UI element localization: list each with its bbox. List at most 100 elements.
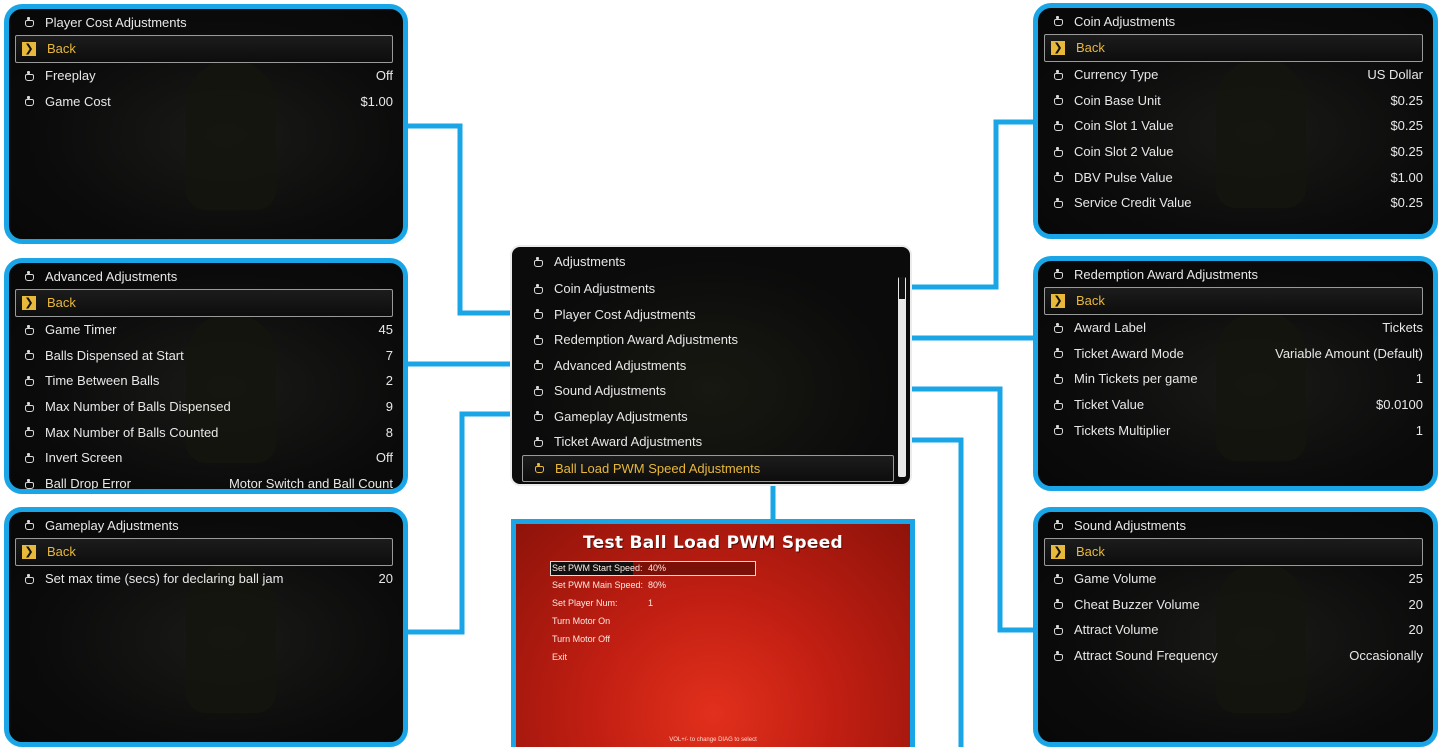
- menu-item-redemption-award-adjustments[interactable]: Redemption Award Adjustments: [512, 327, 910, 353]
- back-label: Back: [47, 544, 76, 560]
- back-menu-item[interactable]: ❯ Back: [15, 538, 393, 566]
- trophy-gear-icon: [1052, 322, 1063, 333]
- test-row-label: Turn Motor On: [552, 616, 611, 626]
- setting-row-max-balls-counted[interactable]: Max Number of Balls Counted 8: [9, 419, 403, 445]
- setting-row-invert-screen[interactable]: Invert Screen Off: [9, 445, 403, 471]
- trophy-gear-icon: [1052, 69, 1063, 80]
- setting-row-game-timer[interactable]: Game Timer 45: [9, 317, 403, 343]
- panel-title: Advanced Adjustments: [45, 268, 178, 284]
- trophy-gear-icon: [1052, 573, 1063, 584]
- test-screen-title: Test Ball Load PWM Speed: [583, 533, 843, 553]
- trophy-gear-icon: [1052, 373, 1063, 384]
- setting-row-time-between-balls[interactable]: Time Between Balls 2: [9, 368, 403, 394]
- setting-label: Invert Screen: [45, 450, 123, 466]
- menu-item-label: Ticket Award Adjustments: [554, 434, 703, 450]
- adjustments-main-menu: Adjustments Coin Adjustments Player Cost…: [510, 245, 912, 486]
- trophy-gear-icon: [532, 360, 543, 371]
- setting-row-game-volume[interactable]: Game Volume 25: [1038, 566, 1433, 592]
- setting-value: $0.25: [1390, 144, 1423, 160]
- setting-row-balls-dispensed-at-start[interactable]: Balls Dispensed at Start 7: [9, 342, 403, 368]
- test-row-value: 80%: [648, 580, 667, 590]
- menu-item-label: Player Cost Adjustments: [554, 306, 696, 322]
- setting-value: Occasionally: [1349, 648, 1423, 664]
- setting-row-coin-slot-2-value[interactable]: Coin Slot 2 Value $0.25: [1038, 139, 1433, 165]
- back-menu-item[interactable]: ❯ Back: [15, 289, 393, 317]
- test-row-label: Set PWM Main Speed:: [552, 580, 644, 590]
- test-row-main-speed[interactable]: Set PWM Main Speed: 80%: [552, 580, 666, 590]
- setting-row-max-balls-dispensed[interactable]: Max Number of Balls Dispensed 9: [9, 394, 403, 420]
- setting-row-dbv-pulse-value[interactable]: DBV Pulse Value $1.00: [1038, 164, 1433, 190]
- menu-scrollbar[interactable]: [898, 277, 906, 477]
- setting-row-tickets-multiplier[interactable]: Tickets Multiplier 1: [1038, 417, 1433, 443]
- trophy-gear-icon: [23, 375, 34, 386]
- setting-row-ticket-award-mode[interactable]: Ticket Award Mode Variable Amount (Defau…: [1038, 340, 1433, 366]
- test-row-start-speed[interactable]: Set PWM Start Speed: 40%: [552, 563, 666, 573]
- gameplay-adjustments-panel: Gameplay Adjustments ❯ Back Set max time…: [4, 507, 408, 747]
- trophy-gear-icon: [23, 573, 34, 584]
- setting-row-attract-volume[interactable]: Attract Volume 20: [1038, 617, 1433, 643]
- setting-row-cheat-buzzer-volume[interactable]: Cheat Buzzer Volume 20: [1038, 591, 1433, 617]
- menu-item-ball-load-pwm-speed-adjustments[interactable]: Ball Load PWM Speed Adjustments: [522, 454, 894, 482]
- menu-item-player-cost-adjustments[interactable]: Player Cost Adjustments: [512, 302, 910, 328]
- setting-row-ticket-value[interactable]: Ticket Value $0.0100: [1038, 392, 1433, 418]
- trophy-gear-icon: [532, 283, 543, 294]
- panel-title-row: Advanced Adjustments: [9, 263, 403, 289]
- trophy-gear-icon: [1052, 425, 1063, 436]
- test-row-label: Exit: [552, 652, 568, 662]
- running-man-icon: ❯: [22, 295, 36, 310]
- running-man-icon: ❯: [1051, 40, 1065, 55]
- setting-row-award-label[interactable]: Award Label Tickets: [1038, 315, 1433, 341]
- scrollbar-thumb[interactable]: [899, 277, 905, 299]
- setting-value: $0.25: [1390, 92, 1423, 108]
- setting-row-coin-base-unit[interactable]: Coin Base Unit $0.25: [1038, 87, 1433, 113]
- menu-item-label: Coin Adjustments: [554, 281, 656, 297]
- setting-label: Ticket Value: [1074, 397, 1145, 413]
- trophy-gear-icon: [23, 401, 34, 412]
- trophy-gear-icon: [1052, 172, 1063, 183]
- sound-adjustments-panel: Sound Adjustments ❯ Back Game Volume 25 …: [1033, 507, 1438, 747]
- menu-title: Adjustments: [554, 254, 626, 269]
- panel-title-row: Gameplay Adjustments: [9, 512, 403, 538]
- setting-label: Game Volume: [1074, 571, 1157, 587]
- back-label: Back: [47, 41, 76, 57]
- setting-value: 1: [1415, 422, 1423, 438]
- back-menu-item[interactable]: ❯ Back: [15, 35, 393, 63]
- trophy-gear-icon: [1052, 348, 1063, 359]
- setting-row-currency-type[interactable]: Currency Type US Dollar: [1038, 62, 1433, 88]
- trophy-gear-icon: [23, 452, 34, 463]
- back-menu-item[interactable]: ❯ Back: [1044, 34, 1423, 62]
- menu-item-label: Ball Load PWM Speed Adjustments: [555, 460, 761, 476]
- setting-row-min-tickets-per-game[interactable]: Min Tickets per game 1: [1038, 366, 1433, 392]
- menu-item-sound-adjustments[interactable]: Sound Adjustments: [512, 378, 910, 404]
- setting-row-coin-slot-1-value[interactable]: Coin Slot 1 Value $0.25: [1038, 113, 1433, 139]
- running-man-icon: ❯: [1051, 293, 1065, 308]
- setting-value: 20: [378, 571, 393, 587]
- setting-value: Variable Amount (Default): [1275, 345, 1423, 361]
- panel-title: Sound Adjustments: [1074, 517, 1187, 533]
- menu-item-coin-adjustments[interactable]: Coin Adjustments: [512, 276, 910, 302]
- setting-value: 8: [385, 424, 393, 440]
- setting-row-freeplay[interactable]: Freeplay Off: [9, 63, 403, 89]
- menu-item-ticket-award-adjustments[interactable]: Ticket Award Adjustments: [512, 429, 910, 455]
- test-row-player-num[interactable]: Set Player Num: 1: [552, 598, 653, 608]
- trophy-gear-icon: [23, 17, 34, 27]
- menu-item-gameplay-adjustments[interactable]: Gameplay Adjustments: [512, 404, 910, 430]
- setting-value: $1.00: [360, 93, 393, 109]
- setting-label: Min Tickets per game: [1074, 371, 1198, 387]
- test-row-turn-motor-on[interactable]: Turn Motor On: [552, 616, 610, 626]
- setting-row-service-credit-value[interactable]: Service Credit Value $0.25: [1038, 190, 1433, 216]
- test-row-label: Set PWM Start Speed:: [552, 563, 643, 573]
- setting-row-attract-sound-frequency[interactable]: Attract Sound Frequency Occasionally: [1038, 643, 1433, 669]
- test-row-exit[interactable]: Exit: [552, 652, 567, 662]
- setting-value: US Dollar: [1367, 67, 1423, 83]
- setting-label: Tickets Multiplier: [1074, 422, 1171, 438]
- trophy-gear-icon: [533, 463, 544, 474]
- running-man-icon: ❯: [1051, 544, 1065, 559]
- back-menu-item[interactable]: ❯ Back: [1044, 287, 1423, 315]
- setting-row-ball-jam-time[interactable]: Set max time (secs) for declaring ball j…: [9, 566, 403, 592]
- setting-row-ball-drop-error[interactable]: Ball Drop Error Motor Switch and Ball Co…: [9, 471, 403, 489]
- setting-row-game-cost[interactable]: Game Cost $1.00: [9, 88, 403, 114]
- test-row-turn-motor-off[interactable]: Turn Motor Off: [552, 634, 610, 644]
- menu-item-advanced-adjustments[interactable]: Advanced Adjustments: [512, 353, 910, 379]
- back-menu-item[interactable]: ❯ Back: [1044, 538, 1423, 566]
